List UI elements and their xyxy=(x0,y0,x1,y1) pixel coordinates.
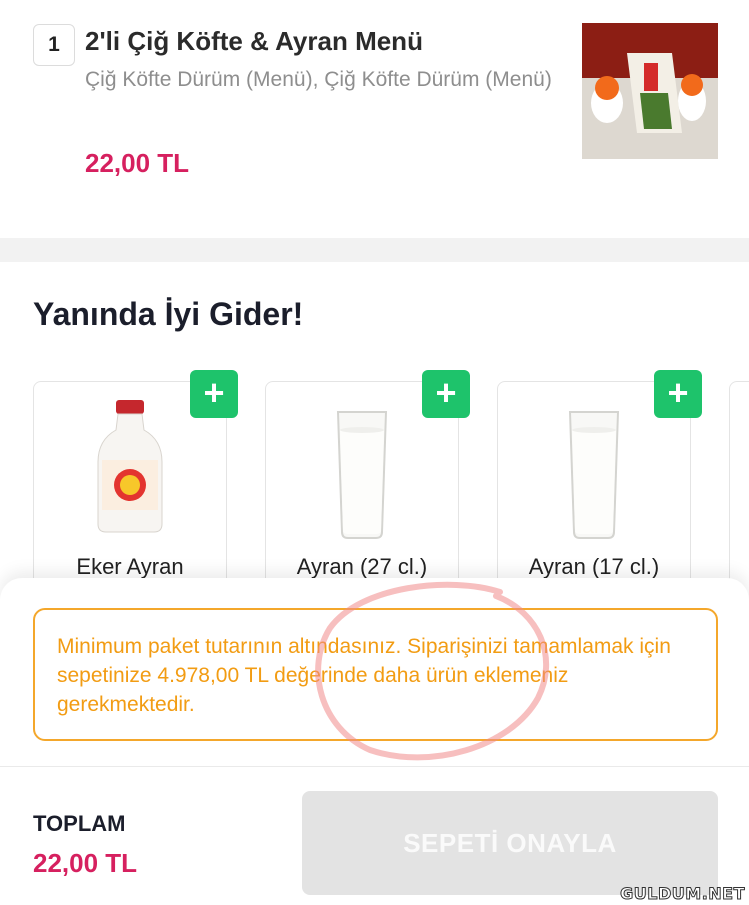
suggestion-name: Eker Ayran xyxy=(76,554,184,579)
glass-icon xyxy=(336,411,388,539)
suggestion-name: Ayran (17 cl.) xyxy=(528,554,660,579)
item-photo xyxy=(582,23,718,159)
sheet-divider xyxy=(0,766,749,767)
suggestion-name: Ayran (27 cl.) xyxy=(296,554,428,579)
add-button[interactable]: + xyxy=(654,370,702,418)
suggestions-title: Yanında İyi Gider! xyxy=(33,296,304,332)
ayran-bottle-icon xyxy=(97,400,163,533)
minimum-order-warning: Minimum paket tutarının altındasınız. Si… xyxy=(33,608,718,741)
glass-icon xyxy=(568,411,620,539)
confirm-cart-button[interactable]: SEPETİ ONAYLA xyxy=(302,791,718,895)
watermark: GULDUM.NET xyxy=(620,884,745,904)
item-title: 2'li Çiğ Köfte & Ayran Menü xyxy=(85,26,423,56)
add-button[interactable]: + xyxy=(190,370,238,418)
quantity-box[interactable]: 1 xyxy=(33,24,75,66)
section-divider xyxy=(0,238,749,262)
total-value: 22,00 TL xyxy=(33,848,138,878)
add-button[interactable]: + xyxy=(422,370,470,418)
checkout-sheet: Minimum paket tutarının altındasınız. Si… xyxy=(0,578,749,905)
item-price: 22,00 TL xyxy=(85,148,190,178)
total-label: TOPLAM xyxy=(33,811,126,836)
cart-item: 1 2'li Çiğ Köfte & Ayran Menü Çiğ Köfte … xyxy=(0,0,749,238)
item-description: Çiğ Köfte Dürüm (Menü), Çiğ Köfte Dürüm … xyxy=(85,68,552,91)
